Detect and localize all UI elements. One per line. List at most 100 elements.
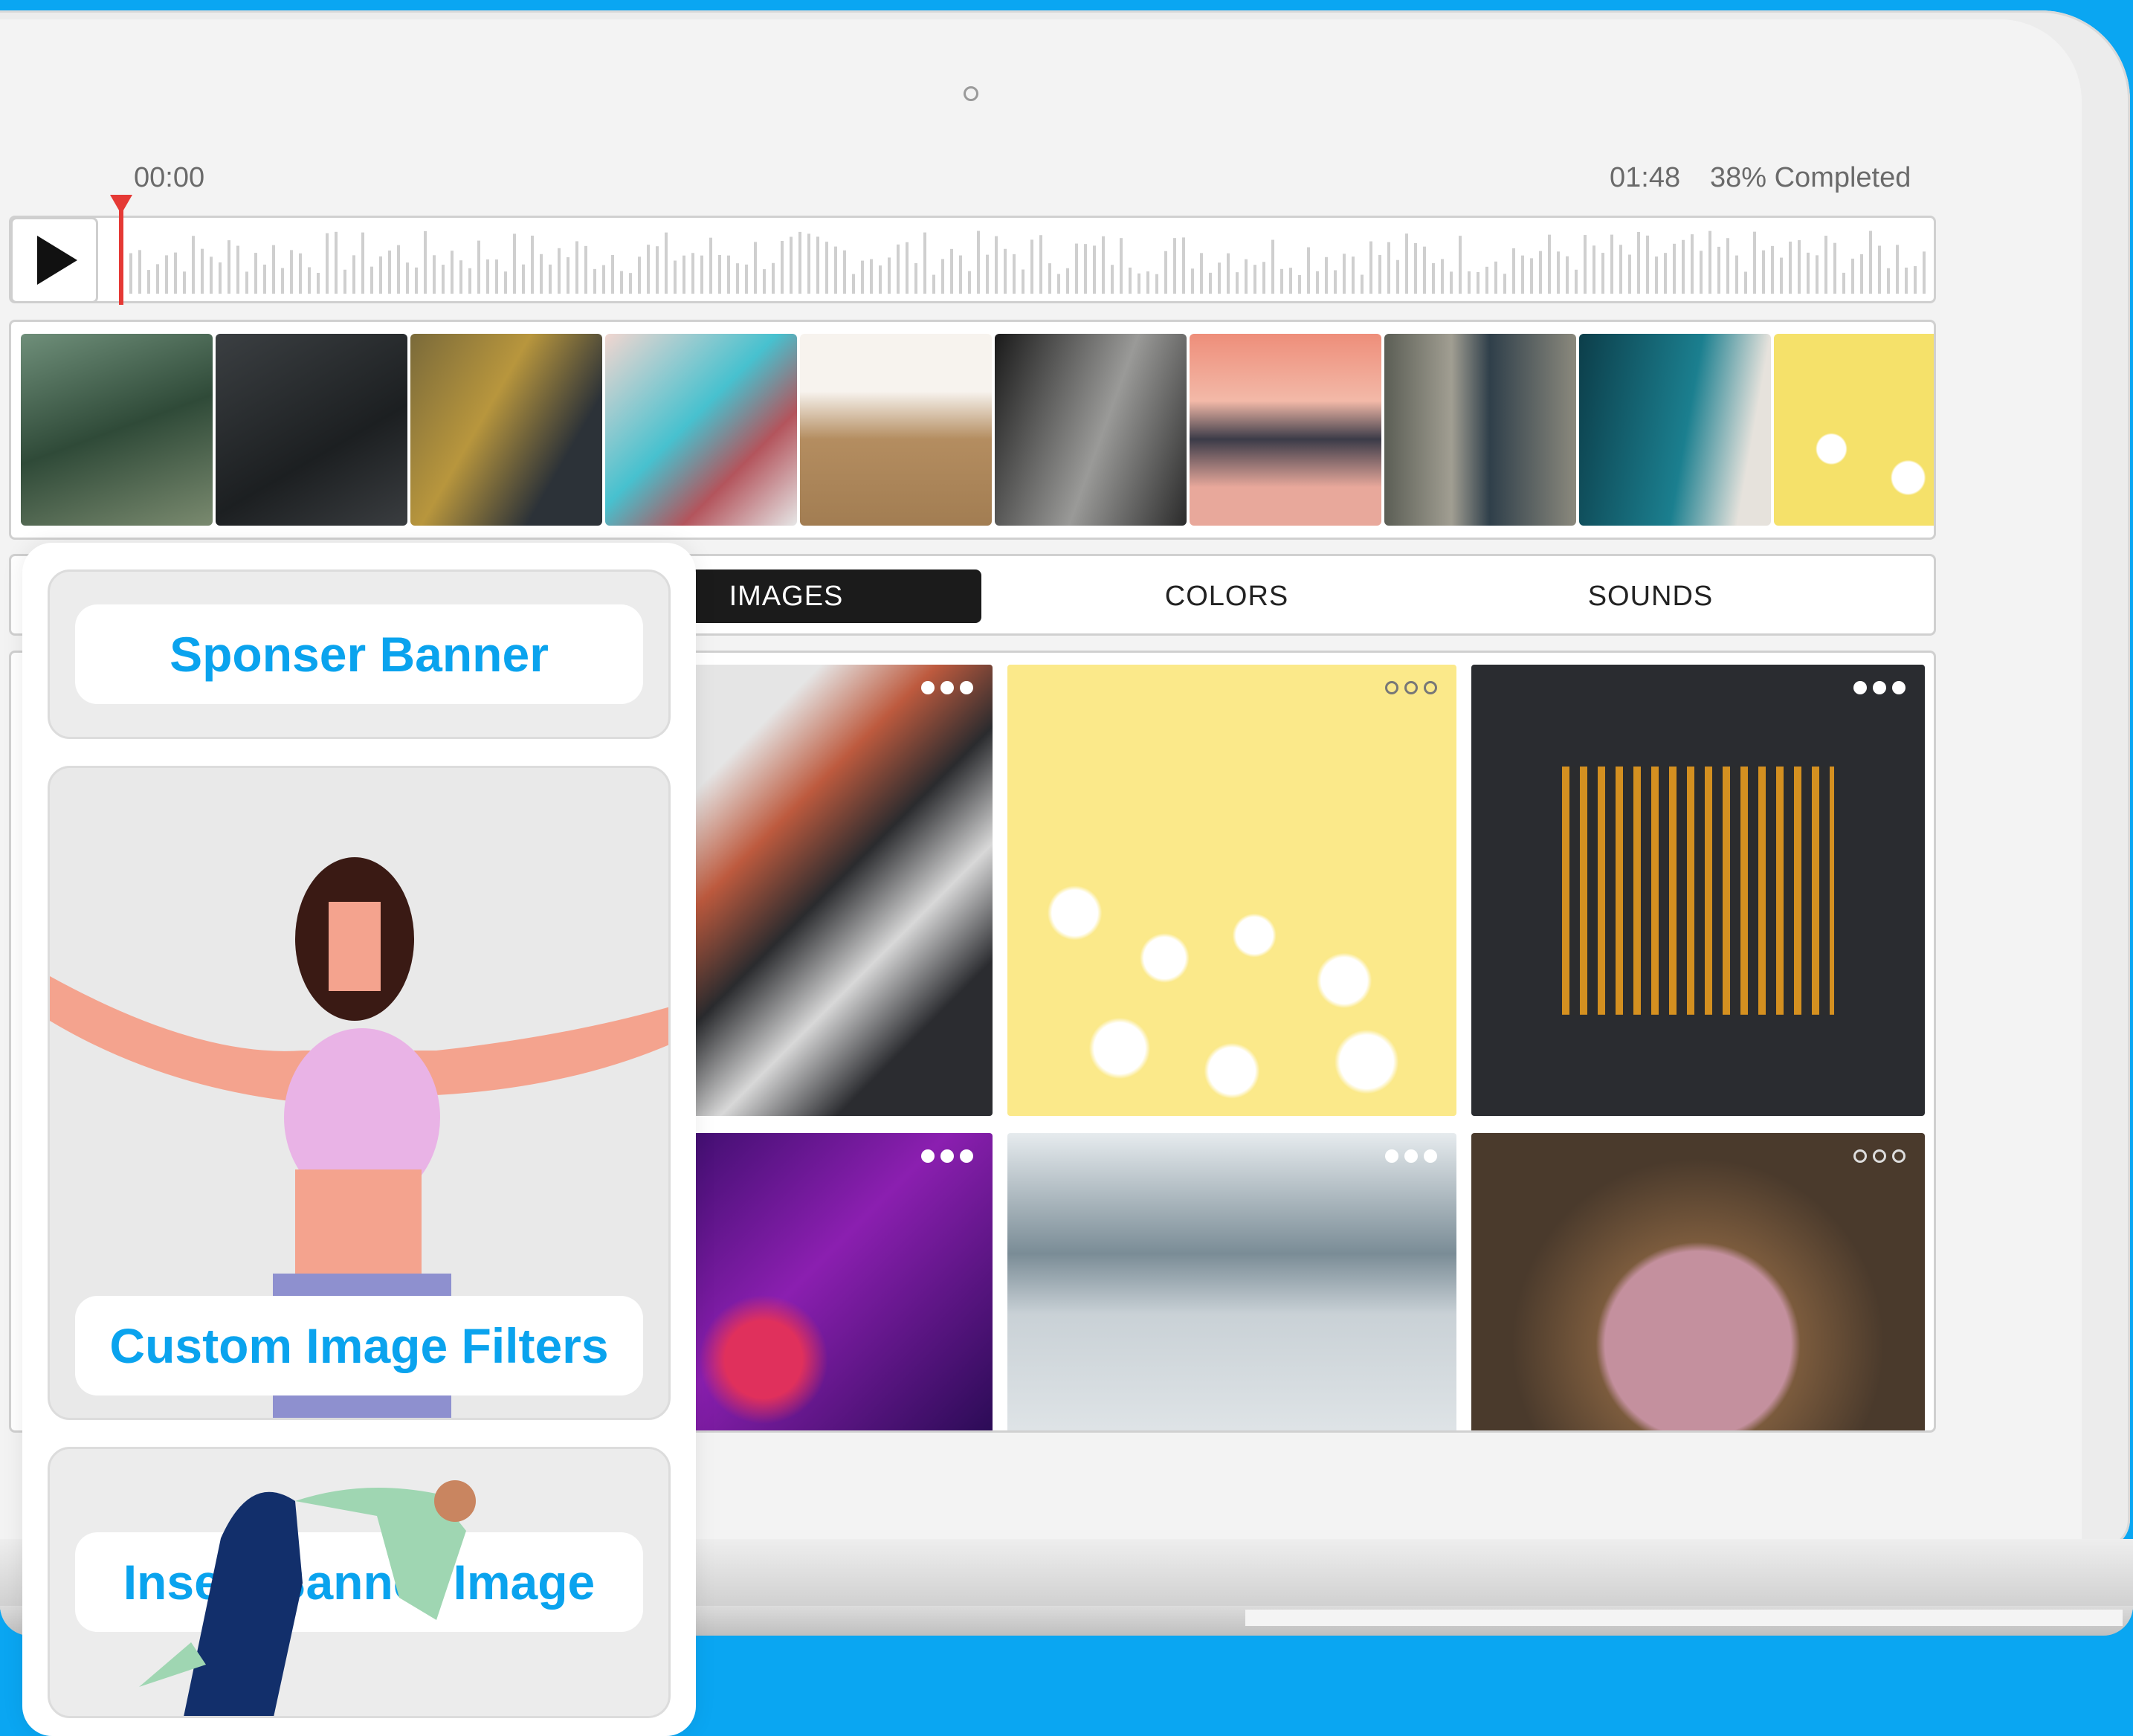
waveform-bar [1485,266,1488,294]
waveform-bar [1164,251,1167,294]
waveform-bar [1075,243,1078,294]
play-button[interactable] [10,217,98,303]
more-options-icon[interactable] [921,1149,973,1163]
waveform-bar [629,273,632,294]
waveform-bar [406,262,409,294]
waveform-bar [745,264,748,294]
waveform-bar [129,253,132,294]
insert-banner-card: Insert Banner Image [48,1447,671,1718]
waveform-bar [1593,245,1595,294]
waveform-bar [245,271,248,294]
audio-waveform[interactable] [126,223,1929,297]
more-options-icon[interactable] [1385,681,1437,694]
waveform-bar [602,265,605,294]
video-filmstrip[interactable] [9,320,1936,540]
waveform-bar [1316,271,1319,294]
waveform-bar [638,256,641,294]
start-time: 00:00 [134,162,205,193]
waveform-bar [388,250,391,294]
waveform-bar [843,250,846,294]
custom-image-filters-button[interactable]: Custom Image Filters [75,1296,643,1395]
waveform-bar [1022,269,1024,294]
filmstrip-frame[interactable] [995,334,1187,526]
filmstrip-frame[interactable] [410,334,602,526]
tab-sounds[interactable]: SOUNDS [1439,569,1862,623]
gallery-tile-eggs[interactable] [1007,665,1456,1116]
filmstrip-frame[interactable] [1774,334,1934,526]
waveform-bar [522,264,525,294]
waveform-bar [1682,239,1685,294]
waveform-bar [1887,268,1890,294]
waveform-bar [1655,256,1658,294]
waveform-bar [558,248,561,294]
waveform-bar [1923,251,1926,294]
waveform-bar [1896,245,1899,294]
waveform-bar [1637,231,1640,294]
waveform-bar [1610,234,1613,294]
sponsor-banner-card: Sponser Banner [48,569,671,739]
gallery-tile-jellyfish[interactable] [665,1133,993,1430]
waveform-bar [1771,245,1774,294]
waveform-bar [219,262,222,294]
waveform-bar [1262,262,1265,294]
waveform-bar [156,264,159,294]
filmstrip-frame[interactable] [1579,334,1771,526]
gallery-tile-mountain[interactable] [665,665,993,1116]
waveform-bar [361,232,364,294]
waveform-bar [1726,238,1729,294]
more-options-icon[interactable] [921,681,973,694]
waveform-bar [1378,254,1381,294]
filmstrip-frame[interactable] [1190,334,1381,526]
waveform-bar [700,255,703,294]
more-options-icon[interactable] [1385,1149,1437,1163]
sponsor-banner-button[interactable]: Sponser Banner [75,604,643,704]
waveform-bar [1503,274,1506,294]
waveform-bar [1557,251,1560,294]
gallery-tile-crosswalk[interactable] [1471,665,1925,1116]
waveform-bar [1691,234,1694,294]
waveform-bar [1735,255,1738,294]
waveform-bar [968,271,971,294]
waveform-bar [174,252,177,294]
waveform-bar [1146,271,1149,294]
waveform-bar [1361,274,1364,294]
waveform-bar [370,266,373,294]
waveform-bar [1468,271,1471,294]
waveform-bar [1004,248,1007,294]
gallery-tile-cake[interactable] [1471,1133,1925,1430]
gallery-tile-lake[interactable] [1007,1133,1456,1430]
waveform-bar [1780,257,1783,294]
waveform-bar [1914,265,1917,294]
more-options-icon[interactable] [1853,681,1905,694]
waveform-bar [1717,246,1720,294]
filmstrip-frame[interactable] [1384,334,1576,526]
waveform-bar [1664,253,1667,294]
progress-text: 38% Completed [1710,162,1911,193]
waveform-bar [1200,253,1203,294]
tab-colors[interactable]: COLORS [1015,569,1439,623]
waveform-bar [451,251,454,294]
waveform-bar [424,230,427,294]
filmstrip-frame[interactable] [21,334,213,526]
camera-dot [964,86,978,101]
waveform-bar [1878,245,1881,294]
waveform-bar [1646,235,1649,294]
filmstrip-frame[interactable] [605,334,797,526]
playhead[interactable] [119,197,123,305]
filmstrip-frame[interactable] [800,334,992,526]
waveform-bar [1138,273,1140,294]
waveform-bar [210,256,213,294]
waveform-bar [807,233,810,294]
waveform-bar [772,262,775,294]
waveform-bar [852,274,855,294]
waveform-bar [950,248,953,294]
waveform-bar [567,256,569,294]
waveform-bar [1396,259,1399,294]
waveform-bar [138,250,141,294]
waveform-bar [995,236,998,294]
more-options-icon[interactable] [1853,1149,1905,1163]
waveform-bar [442,265,445,294]
waveform-bar [1182,237,1185,294]
filmstrip-frame[interactable] [216,334,407,526]
waveform-bar [718,254,721,294]
